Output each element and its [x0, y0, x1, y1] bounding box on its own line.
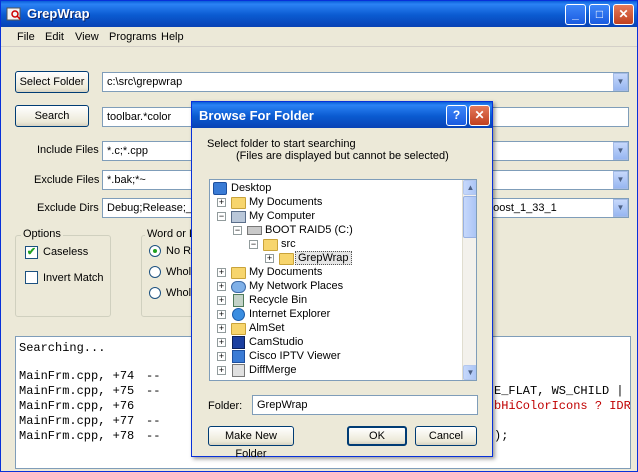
exclude-dirs-dropdown-arrow-icon[interactable]: ▼ — [613, 199, 628, 217]
scroll-thumb[interactable] — [463, 196, 476, 238]
result-file-5: MainFrm.cpp, +78 — [19, 429, 135, 443]
result-sep-4: -- — [146, 414, 161, 428]
tree-scrollbar[interactable]: ▲ ▼ — [462, 180, 476, 380]
expand-plus-icon[interactable]: + — [217, 310, 226, 319]
dialog-folder-field[interactable]: GrepWrap — [252, 395, 478, 415]
main-window: GrepWrap _ □ ✕ File Edit View Programs H… — [0, 0, 638, 472]
folder-icon — [231, 323, 246, 335]
expand-plus-icon[interactable]: + — [265, 254, 274, 263]
recycle-bin-icon — [233, 294, 244, 307]
result-file-1: MainFrm.cpp, +74 — [19, 369, 135, 383]
menu-view[interactable]: View — [75, 31, 99, 43]
result-file-3: MainFrm.cpp, +76 — [19, 399, 135, 413]
open-folder-icon — [279, 253, 294, 265]
internet-explorer-icon — [232, 308, 245, 321]
open-folder-icon — [263, 239, 278, 251]
folder-path-field[interactable]: c:\src\grepwrap — [102, 72, 629, 92]
menu-edit[interactable]: Edit — [45, 31, 64, 43]
exclude-dirs-value-tail: boost_1_33_1 — [487, 202, 557, 214]
dialog-title-bar: Browse For Folder ? ✕ — [192, 102, 492, 128]
expand-plus-icon[interactable]: + — [217, 268, 226, 277]
word-or-line-group-title: Word or L — [145, 228, 198, 240]
result-sep-5: -- — [146, 429, 161, 443]
network-icon — [231, 281, 246, 293]
window-title: GrepWrap — [27, 6, 90, 21]
expand-plus-icon[interactable]: + — [217, 324, 226, 333]
collapse-minus-icon[interactable]: − — [249, 240, 258, 249]
grepwrap-app-icon — [6, 6, 22, 22]
include-dropdown-arrow-icon[interactable]: ▼ — [613, 142, 628, 160]
collapse-minus-icon[interactable]: − — [233, 226, 242, 235]
maximize-button[interactable]: □ — [589, 4, 610, 25]
exclude-dirs-label: Exclude Dirs — [37, 202, 99, 214]
search-button[interactable]: Search — [15, 105, 89, 127]
folder-dropdown-arrow-icon[interactable]: ▼ — [613, 73, 628, 91]
select-folder-button[interactable]: Select Folder — [15, 71, 89, 93]
folder-tree[interactable]: Desktop + My Documents − My Computer − B… — [209, 179, 477, 381]
options-group-title: Options — [21, 228, 63, 240]
expand-plus-icon[interactable]: + — [217, 352, 226, 361]
close-button[interactable]: ✕ — [613, 4, 634, 25]
result-tail-3: bHiColorIcons ? IDR_ — [494, 399, 631, 413]
dialog-title: Browse For Folder — [199, 108, 314, 123]
scroll-up-arrow-icon[interactable]: ▲ — [463, 180, 476, 195]
expand-plus-icon[interactable]: + — [217, 366, 226, 375]
result-sep-1: -- — [146, 369, 161, 383]
invert-match-checkbox[interactable] — [25, 271, 38, 284]
result-sep-2: -- — [146, 384, 161, 398]
result-file-2: MainFrm.cpp, +75 — [19, 384, 135, 398]
computer-icon — [231, 211, 246, 223]
folder-icon — [231, 197, 246, 209]
result-tail-5: ); — [494, 429, 509, 443]
menu-bar: File Edit View Programs Help — [1, 27, 637, 47]
dialog-help-button[interactable]: ? — [446, 105, 467, 126]
expand-plus-icon[interactable]: + — [217, 198, 226, 207]
exclude-files-label: Exclude Files — [34, 174, 100, 186]
dialog-folder-label: Folder: — [208, 400, 243, 412]
cisco-iptv-icon — [232, 350, 245, 363]
result-file-4: MainFrm.cpp, +77 — [19, 414, 135, 428]
menu-file[interactable]: File — [17, 31, 35, 43]
whole-line-radio[interactable] — [149, 287, 161, 299]
results-status: Searching... — [19, 341, 106, 355]
ok-button[interactable]: OK — [347, 426, 407, 446]
diffmerge-icon — [232, 364, 245, 377]
camstudio-icon — [232, 336, 245, 349]
scroll-down-arrow-icon[interactable]: ▼ — [463, 365, 476, 380]
caseless-label: Caseless — [43, 246, 89, 258]
include-files-label: Include Files — [37, 144, 99, 156]
browse-for-folder-dialog: Browse For Folder ? ✕ Select folder to s… — [191, 101, 493, 460]
collapse-minus-icon[interactable]: − — [217, 212, 226, 221]
folder-icon — [231, 267, 246, 279]
result-tail-2: E_FLAT, WS_CHILD | W — [494, 384, 631, 398]
dialog-close-button[interactable]: ✕ — [469, 105, 490, 126]
expand-plus-icon[interactable]: + — [217, 338, 226, 347]
menu-programs[interactable]: Programs — [109, 31, 157, 43]
expand-plus-icon[interactable]: + — [217, 282, 226, 291]
drive-icon — [247, 226, 262, 235]
cancel-button[interactable]: Cancel — [415, 426, 477, 446]
no-regex-radio[interactable] — [149, 245, 161, 257]
dialog-instruction-sub: (Files are displayed but cannot be selec… — [236, 150, 449, 162]
exclude-files-dropdown-arrow-icon[interactable]: ▼ — [613, 171, 628, 189]
invert-match-label: Invert Match — [43, 272, 104, 284]
desktop-icon — [213, 182, 227, 195]
caseless-checkbox[interactable]: ✔ — [25, 246, 38, 259]
exclude-dirs-value: Debug;Release;_se — [107, 202, 204, 214]
title-bar: GrepWrap _ □ ✕ — [1, 1, 637, 27]
minimize-button[interactable]: _ — [565, 4, 586, 25]
whole-word-radio[interactable] — [149, 266, 161, 278]
dialog-instruction: Select folder to start searching — [207, 138, 356, 150]
expand-plus-icon[interactable]: + — [217, 296, 226, 305]
make-new-folder-button[interactable]: Make New Folder — [208, 426, 294, 460]
menu-help[interactable]: Help — [161, 31, 184, 43]
